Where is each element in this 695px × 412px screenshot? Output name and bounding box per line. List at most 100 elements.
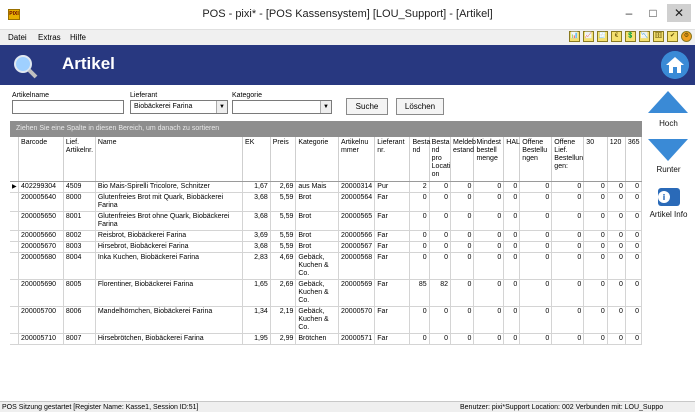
table-row[interactable]: 200005700 8006 Mandelhörnchen, Biobäckerei… xyxy=(10,306,642,334)
table-cell[interactable]: 0 xyxy=(473,252,505,280)
table-cell[interactable]: Bio Mais-Spirelli Tricolore, Schnitzer xyxy=(95,181,244,193)
table-cell[interactable]: 0 xyxy=(583,211,608,231)
table-cell[interactable]: 0 xyxy=(625,192,642,212)
table-cell[interactable]: 0 xyxy=(450,252,475,280)
table-cell[interactable]: 8000 xyxy=(63,192,96,212)
table-cell[interactable]: 0 xyxy=(450,181,475,193)
table-cell[interactable]: Far xyxy=(374,306,411,334)
row-selector[interactable] xyxy=(10,192,20,212)
table-cell[interactable]: 85 xyxy=(409,279,430,307)
table-cell[interactable]: 4,69 xyxy=(270,252,297,280)
table-cell[interactable]: 0 xyxy=(519,230,553,242)
table-cell[interactable]: 0 xyxy=(429,192,451,212)
table-cell[interactable]: 0 xyxy=(519,333,553,345)
table-cell[interactable]: 0 xyxy=(503,181,521,193)
up-button-label[interactable]: Hoch xyxy=(642,119,695,128)
table-cell[interactable]: 0 xyxy=(409,252,430,280)
table-row[interactable]: 200005710 8007 Hirsebrötchen, Biobäckerei … xyxy=(10,333,642,345)
column-header[interactable]: Lieferant nr. xyxy=(374,137,411,182)
table-cell[interactable]: 0 xyxy=(551,230,585,242)
table-cell[interactable]: 0 xyxy=(429,333,451,345)
table-row[interactable]: ▶ 402299304 4509 Bio Mais-Spirelli Tricolor… xyxy=(10,181,642,193)
home-icon[interactable] xyxy=(661,51,689,79)
table-cell[interactable]: 0 xyxy=(503,230,521,242)
kategorie-select[interactable]: ▼ xyxy=(232,100,332,114)
table-cell[interactable]: 0 xyxy=(625,306,642,334)
table-cell[interactable]: 200005700 xyxy=(18,306,64,334)
table-cell[interactable]: Far xyxy=(374,211,411,231)
table-cell[interactable]: 1,95 xyxy=(242,333,271,345)
table-cell[interactable]: 0 xyxy=(473,279,505,307)
table-cell[interactable]: 8005 xyxy=(63,279,96,307)
artikelname-input[interactable] xyxy=(12,100,124,114)
table-cell[interactable]: Florentiner, Biobäckerei Farina xyxy=(95,279,244,307)
column-header[interactable]: Artikelnu mmer xyxy=(338,137,376,182)
table-cell[interactable]: Brot xyxy=(295,192,340,212)
table-cell[interactable]: 0 xyxy=(607,306,626,334)
table-cell[interactable]: 0 xyxy=(450,241,475,253)
table-cell[interactable]: 0 xyxy=(607,252,626,280)
table-cell[interactable]: 20000568 xyxy=(338,252,376,280)
table-cell[interactable]: 8003 xyxy=(63,241,96,253)
table-cell[interactable]: 0 xyxy=(409,306,430,334)
table-cell[interactable]: 2,69 xyxy=(270,181,297,193)
table-cell[interactable]: Gebäck, Kuchen & Co. xyxy=(295,306,340,334)
table-cell[interactable]: 0 xyxy=(607,211,626,231)
table-cell[interactable]: 0 xyxy=(625,241,642,253)
table-cell[interactable]: 200005640 xyxy=(18,192,64,212)
table-cell[interactable]: Brot xyxy=(295,230,340,242)
table-cell[interactable]: 2,19 xyxy=(270,306,297,334)
receipt-icon[interactable]: 🧾 xyxy=(597,31,608,42)
table-cell[interactable]: Gebäck, Kuchen & Co. xyxy=(295,252,340,280)
table-cell[interactable]: 0 xyxy=(450,333,475,345)
table-cell[interactable]: 3,68 xyxy=(242,211,271,231)
table-cell[interactable]: aus Mais xyxy=(295,181,340,193)
lieferant-select[interactable]: Biobäckerei Farina ▼ xyxy=(130,100,228,114)
table-cell[interactable]: 0 xyxy=(429,241,451,253)
table-cell[interactable]: Hirsebrot, Biobäckerei Farina xyxy=(95,241,244,253)
table-cell[interactable]: 1,67 xyxy=(242,181,271,193)
table-cell[interactable]: Glutenfreies Brot mit Quark, Biobäckerei… xyxy=(95,192,244,212)
column-header[interactable]: 30 xyxy=(583,137,608,182)
table-cell[interactable]: Far xyxy=(374,192,411,212)
table-cell[interactable]: 3,69 xyxy=(242,230,271,242)
table-cell[interactable]: 0 xyxy=(519,211,553,231)
table-cell[interactable]: 0 xyxy=(625,279,642,307)
table-cell[interactable]: 20000564 xyxy=(338,192,376,212)
table-cell[interactable]: 1,65 xyxy=(242,279,271,307)
table-cell[interactable]: 0 xyxy=(607,181,626,193)
table-cell[interactable]: 402299304 xyxy=(18,181,64,193)
check-icon[interactable]: ✔ xyxy=(667,31,678,42)
table-cell[interactable]: 0 xyxy=(551,279,585,307)
menu-extras[interactable]: Extras xyxy=(38,33,61,42)
table-cell[interactable]: 0 xyxy=(607,192,626,212)
column-header[interactable]: Offene Bestellu ngen xyxy=(519,137,553,182)
table-cell[interactable]: 0 xyxy=(583,192,608,212)
table-cell[interactable]: Far xyxy=(374,252,411,280)
table-cell[interactable]: 4509 xyxy=(63,181,96,193)
euro-icon[interactable]: € xyxy=(611,31,622,42)
table-cell[interactable]: 0 xyxy=(583,252,608,280)
table-cell[interactable]: 0 xyxy=(551,252,585,280)
column-header[interactable]: Mindest bestell menge xyxy=(473,137,505,182)
table-cell[interactable]: 2,83 xyxy=(242,252,271,280)
table-cell[interactable]: 0 xyxy=(429,230,451,242)
row-selector[interactable] xyxy=(10,279,20,307)
table-cell[interactable]: 200005680 xyxy=(18,252,64,280)
table-cell[interactable]: 0 xyxy=(551,306,585,334)
table-cell[interactable]: 2,69 xyxy=(270,279,297,307)
table-cell[interactable]: 0 xyxy=(450,211,475,231)
table-cell[interactable]: 2 xyxy=(409,181,430,193)
clear-button[interactable]: Löschen xyxy=(396,98,444,115)
article-info-label[interactable]: Artikel Info xyxy=(642,210,695,219)
column-header[interactable]: 365 xyxy=(625,137,642,182)
menu-datei[interactable]: Datei xyxy=(8,33,27,42)
up-arrow-icon[interactable] xyxy=(642,89,695,115)
table-cell[interactable]: Far xyxy=(374,333,411,345)
minimize-button[interactable]: – xyxy=(619,4,639,22)
table-cell[interactable]: 0 xyxy=(583,306,608,334)
table-row[interactable]: 200005690 8005 Florentiner, Biobäckerei Fa… xyxy=(10,279,642,307)
table-cell[interactable]: 0 xyxy=(583,230,608,242)
info-icon[interactable]: i xyxy=(642,185,695,209)
table-cell[interactable]: 0 xyxy=(519,181,553,193)
